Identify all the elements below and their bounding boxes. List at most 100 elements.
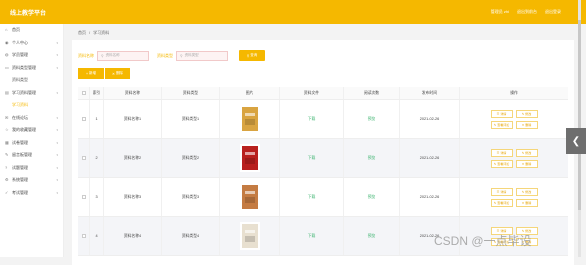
home-link[interactable]: 退出到前台 xyxy=(517,9,537,15)
row-date: 2021-02-26 xyxy=(400,100,460,138)
preview-link[interactable]: 预览 xyxy=(344,100,400,138)
view-comments-button[interactable]: ✎ 查看评论 xyxy=(490,159,513,168)
row-operations: ☰ 详情 ✎ 修改 ✎ 查看评论 ✕ 删除 xyxy=(460,178,568,216)
users-icon: ◍ xyxy=(5,52,9,58)
edit-button[interactable]: ✎ 修改 xyxy=(515,148,538,157)
sidebar-item-label: 试题管理 xyxy=(12,164,28,170)
book-icon: ▤ xyxy=(5,89,9,95)
sidebar-item-12[interactable]: ⚙ 系统管理 ▾ xyxy=(0,174,63,187)
edit-label: 修改 xyxy=(525,189,532,194)
row-checkbox[interactable] xyxy=(81,195,86,199)
row-image-cell xyxy=(220,217,280,255)
info-icon: ☰ xyxy=(496,150,500,155)
row-checkbox-cell xyxy=(78,178,90,216)
view-comments-label: 查看评论 xyxy=(497,161,510,166)
detail-label: 详情 xyxy=(500,111,507,116)
header-file: 资料文件 xyxy=(280,87,344,99)
row-delete-label: 删除 xyxy=(525,161,532,166)
chevron-down-icon: ▾ xyxy=(56,53,58,58)
vertical-scrollbar-thumb[interactable] xyxy=(578,20,581,210)
view-comments-button[interactable]: ✎ 查看评论 xyxy=(490,120,513,129)
chevron-left-icon[interactable]: ❮ xyxy=(566,128,586,154)
sidebar-item-13[interactable]: ✓ 考试管理 ▾ xyxy=(0,187,63,200)
sidebar-item-3[interactable]: ▭ 资料类型管理 ▾ xyxy=(0,62,63,75)
sidebar-item-8[interactable]: ☆ 我的收藏管理 ▾ xyxy=(0,124,63,137)
search-icon: ⚲ xyxy=(180,53,183,58)
search-button[interactable]: ⚲ 查询 xyxy=(239,50,265,61)
row-checkbox[interactable] xyxy=(81,234,86,238)
user-icon: ◉ xyxy=(5,39,9,45)
search-input-type[interactable]: ⚲ 资料类型 xyxy=(176,50,228,61)
chevron-down-icon: ▾ xyxy=(56,153,58,158)
download-link[interactable]: 下载 xyxy=(280,217,344,255)
chevron-down-icon: ▾ xyxy=(56,40,58,45)
sidebar-item-11[interactable]: ? 试题管理 ▾ xyxy=(0,162,63,175)
search-row: 资料名称 ⚲ 资料名称 资料类型 ⚲ 资料类型 ⚲ 查询 xyxy=(78,50,265,61)
view-comments-button[interactable]: ✎ 查看评论 xyxy=(490,198,513,207)
row-operations: ☰ 详情 ✎ 修改 ✎ 查看评论 ✕ 删除 xyxy=(460,100,568,138)
download-link[interactable]: 下载 xyxy=(280,100,344,138)
preview-link[interactable]: 预览 xyxy=(344,178,400,216)
chevron-down-icon: ▾ xyxy=(56,90,58,95)
download-link[interactable]: 下载 xyxy=(280,139,344,177)
download-link[interactable]: 下载 xyxy=(280,178,344,216)
table-row: 1 资料名称1 资料类型1 下载 预览 2021-02-26 ☰ 详情 ✎ 修改 ✎… xyxy=(78,100,568,139)
edit-icon: ✎ xyxy=(521,150,525,155)
sidebar-item-label: 我的收藏管理 xyxy=(12,127,36,133)
sidebar-item-label: 资料类型 xyxy=(12,77,28,83)
edit-button[interactable]: ✎ 修改 xyxy=(515,187,538,196)
chevron-down-icon: ▾ xyxy=(56,115,58,120)
header-type: 资料类型 xyxy=(162,87,220,99)
row-checkbox[interactable] xyxy=(81,156,86,160)
sidebar-item-9[interactable]: ▦ 试卷管理 ▾ xyxy=(0,137,63,150)
row-image-cell xyxy=(220,178,280,216)
select-all-checkbox[interactable] xyxy=(81,91,86,95)
preview-link[interactable]: 预览 xyxy=(344,139,400,177)
row-delete-button[interactable]: ✕ 删除 xyxy=(515,198,538,207)
exam-icon: ✓ xyxy=(5,189,9,195)
row-type: 资料类型4 xyxy=(162,217,220,255)
row-delete-button[interactable]: ✕ 删除 xyxy=(515,159,538,168)
trash-icon: ✕ xyxy=(521,161,525,166)
sidebar-item-1[interactable]: ◉ 个人中心 ▾ xyxy=(0,37,63,50)
breadcrumb: 首页 / 学习资料 xyxy=(78,30,109,36)
sidebar-item-label: 留言板管理 xyxy=(12,152,32,158)
top-right-links: 管理员 zhi 退出到前台 退出登录 xyxy=(491,9,561,15)
preview-link[interactable]: 预览 xyxy=(344,217,400,255)
sidebar-item-7[interactable]: ✉ 在线论坛 ▾ xyxy=(0,112,63,125)
search-label-name: 资料名称 xyxy=(78,52,94,58)
edit-label: 修改 xyxy=(525,150,532,155)
sidebar-item-10[interactable]: ✎ 留言板管理 ▾ xyxy=(0,149,63,162)
add-button[interactable]: + 新增 xyxy=(78,68,104,79)
sidebar-item-label: 学习资料管理 xyxy=(12,89,36,95)
detail-button[interactable]: ☰ 详情 xyxy=(490,187,513,196)
row-checkbox-cell xyxy=(78,139,90,177)
logout-link[interactable]: 退出登录 xyxy=(545,9,561,15)
chevron-down-icon: ▾ xyxy=(56,140,58,145)
row-checkbox[interactable] xyxy=(81,117,86,121)
row-delete-button[interactable]: ✕ 删除 xyxy=(515,120,538,129)
data-table: 索引 资料名称 资料类型 图片 资料文件 阅读次数 发布时间 操作 1 资料名称… xyxy=(78,87,568,256)
sidebar-item-4[interactable]: 资料类型 xyxy=(0,74,63,87)
sidebar-item-label: 个人中心 xyxy=(12,39,28,45)
search-label-type: 资料类型 xyxy=(157,52,173,58)
user-name[interactable]: 管理员 zhi xyxy=(491,9,509,15)
row-name: 资料名称1 xyxy=(104,100,162,138)
top-navbar: 线上教学平台 管理员 zhi 退出到前台 退出登录 xyxy=(0,0,586,24)
forum-icon: ✉ xyxy=(5,114,9,120)
detail-button[interactable]: ☰ 详情 xyxy=(490,109,513,118)
table-row: 2 资料名称2 资料类型2 下载 预览 2021-02-26 ☰ 详情 ✎ 修改 ✎… xyxy=(78,139,568,178)
sidebar-item-0[interactable]: ⌂ 首页 xyxy=(0,24,63,37)
search-placeholder-type: 资料类型 xyxy=(184,53,199,57)
sidebar-item-6[interactable]: 学习资料 xyxy=(0,99,63,112)
edit-button[interactable]: ✎ 修改 xyxy=(515,109,538,118)
sidebar-item-2[interactable]: ◍ 学员管理 ▾ xyxy=(0,49,63,62)
detail-button[interactable]: ☰ 详情 xyxy=(490,148,513,157)
delete-button[interactable]: ✕ 删除 xyxy=(104,68,130,79)
gear-icon: ⚙ xyxy=(5,177,9,183)
view-comments-label: 查看评论 xyxy=(497,200,510,205)
search-button-label: 查询 xyxy=(250,53,258,57)
breadcrumb-home[interactable]: 首页 xyxy=(78,30,86,36)
search-input-name[interactable]: ⚲ 资料名称 xyxy=(97,50,149,61)
sidebar-item-5[interactable]: ▤ 学习资料管理 ▾ xyxy=(0,87,63,100)
